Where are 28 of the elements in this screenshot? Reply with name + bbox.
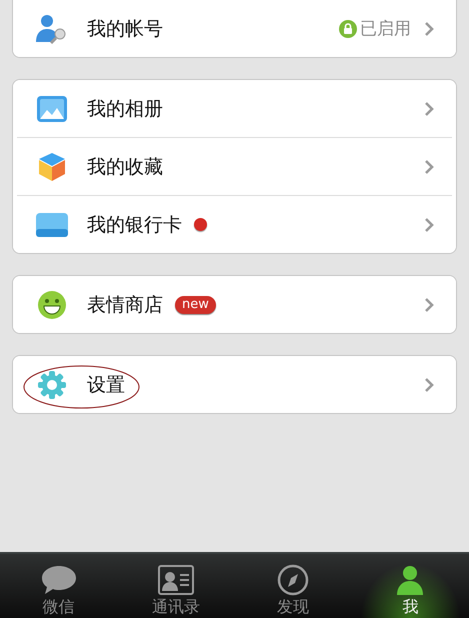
tab[interactable]: 微信 (0, 554, 118, 618)
smiley-icon (37, 290, 67, 320)
menu-label: 表情商店 (87, 292, 163, 318)
tab[interactable]: 通讯录 (117, 554, 234, 618)
new-badge: new (175, 296, 216, 314)
menu-label: 我的帐号 (87, 16, 163, 42)
chat-bubble-icon (40, 565, 77, 595)
contact-card-icon (158, 565, 194, 595)
chevron-right-icon (425, 102, 434, 116)
chevron-right-icon (425, 298, 434, 312)
compass-icon (277, 564, 310, 596)
chevron-right-icon (425, 160, 434, 174)
status-text: 已启用 (360, 18, 411, 40)
menu-label: 我的相册 (87, 96, 163, 122)
picture-icon (37, 96, 67, 122)
cube-icon (37, 152, 67, 182)
card-icon (36, 212, 68, 236)
tab[interactable]: 发现 (234, 554, 352, 618)
menu-label: 我的收藏 (87, 154, 163, 180)
chevron-right-icon (425, 22, 434, 36)
chevron-right-icon (425, 378, 434, 392)
lock-icon (339, 20, 357, 38)
menu-label: 我的银行卡 (87, 212, 182, 238)
menu-item[interactable]: 设置 (13, 356, 456, 413)
settings-icon (37, 370, 67, 400)
menu-label: 设置 (87, 372, 125, 398)
chevron-right-icon (425, 218, 434, 232)
menu-item[interactable]: 表情商店 new (13, 276, 456, 333)
